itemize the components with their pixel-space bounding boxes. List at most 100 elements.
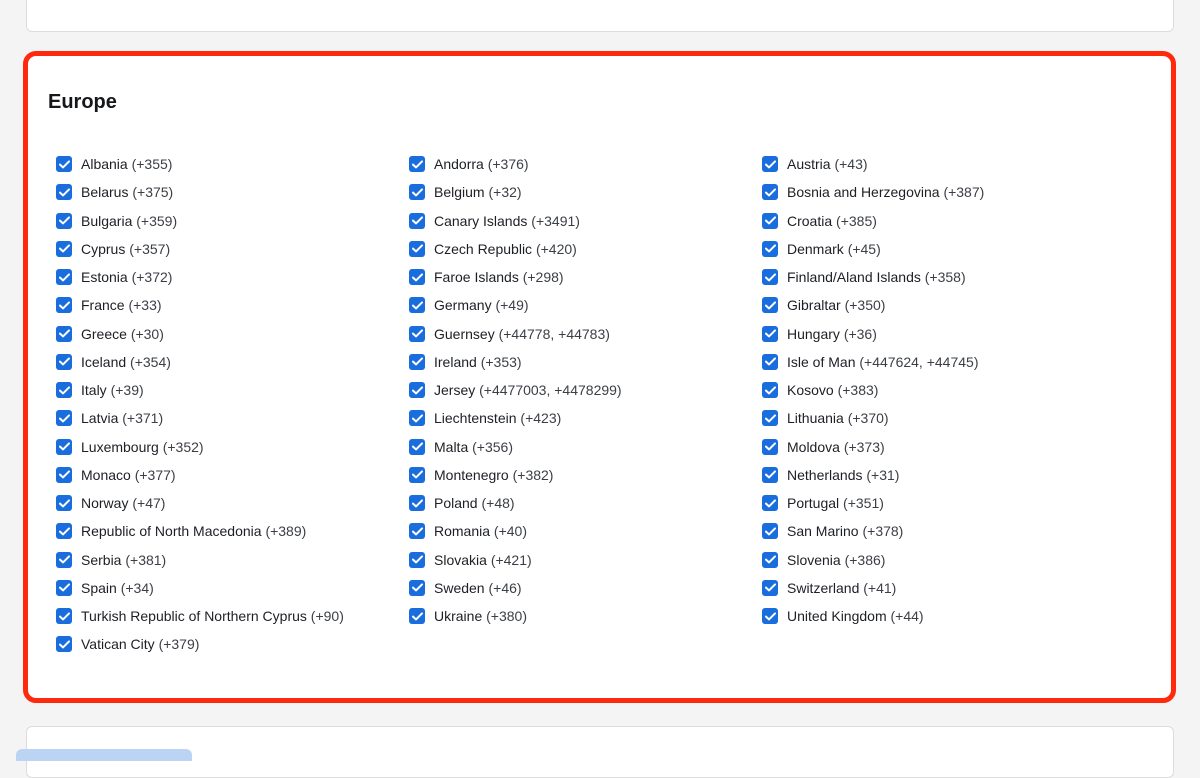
country-checkbox[interactable] [409,438,425,455]
country-option[interactable]: Liechtenstein (+423) [409,404,762,432]
country-option[interactable]: Czech Republic (+420) [409,235,762,263]
country-option[interactable]: Cyprus (+357) [56,235,409,263]
country-option[interactable]: Sweden (+46) [409,574,762,602]
country-checkbox[interactable] [409,523,425,540]
country-option[interactable]: Latvia (+371) [56,404,409,432]
country-option[interactable]: Luxembourg (+352) [56,433,409,461]
country-option[interactable]: Poland (+48) [409,489,762,517]
country-checkbox[interactable] [762,184,778,201]
country-checkbox[interactable] [56,636,72,653]
country-checkbox[interactable] [56,297,72,314]
country-option[interactable]: Albania (+355) [56,150,409,178]
country-option[interactable]: Italy (+39) [56,376,409,404]
country-option[interactable]: Croatia (+385) [762,207,1115,235]
country-option[interactable]: Slovenia (+386) [762,546,1115,574]
country-option[interactable]: Hungary (+36) [762,320,1115,348]
country-checkbox[interactable] [409,184,425,201]
country-option[interactable]: Netherlands (+31) [762,461,1115,489]
country-option[interactable]: Austria (+43) [762,150,1115,178]
country-checkbox[interactable] [56,438,72,455]
country-checkbox[interactable] [762,523,778,540]
country-checkbox[interactable] [762,325,778,342]
country-checkbox[interactable] [409,382,425,399]
country-checkbox[interactable] [762,579,778,596]
country-option[interactable]: Monaco (+377) [56,461,409,489]
country-checkbox[interactable] [762,382,778,399]
country-option[interactable]: Switzerland (+41) [762,574,1115,602]
country-checkbox[interactable] [409,240,425,257]
country-checkbox[interactable] [762,466,778,483]
country-option[interactable]: Ukraine (+380) [409,602,762,630]
country-checkbox[interactable] [56,551,72,568]
country-option[interactable]: Norway (+47) [56,489,409,517]
country-checkbox[interactable] [409,269,425,286]
country-checkbox[interactable] [409,410,425,427]
country-checkbox[interactable] [56,382,72,399]
country-checkbox[interactable] [56,240,72,257]
country-checkbox[interactable] [56,325,72,342]
country-checkbox[interactable] [762,495,778,512]
country-checkbox[interactable] [56,495,72,512]
country-option[interactable]: Belarus (+375) [56,178,409,206]
country-checkbox[interactable] [409,551,425,568]
country-option[interactable]: Finland/Aland Islands (+358) [762,263,1115,291]
country-checkbox[interactable] [762,240,778,257]
country-checkbox[interactable] [409,579,425,596]
country-checkbox[interactable] [762,410,778,427]
country-option[interactable]: Slovakia (+421) [409,546,762,574]
country-option[interactable]: Jersey (+4477003, +4478299) [409,376,762,404]
country-option[interactable]: Canary Islands (+3491) [409,207,762,235]
country-option[interactable]: Republic of North Macedonia (+389) [56,517,409,545]
country-checkbox[interactable] [56,184,72,201]
country-option[interactable]: Isle of Man (+447624, +44745) [762,348,1115,376]
country-option[interactable]: Germany (+49) [409,291,762,319]
country-option[interactable]: San Marino (+378) [762,517,1115,545]
country-checkbox[interactable] [409,495,425,512]
country-option[interactable]: Lithuania (+370) [762,404,1115,432]
country-option[interactable]: Montenegro (+382) [409,461,762,489]
country-option[interactable]: Ireland (+353) [409,348,762,376]
country-checkbox[interactable] [409,608,425,625]
country-option[interactable]: Andorra (+376) [409,150,762,178]
country-option[interactable]: Guernsey (+44778, +44783) [409,320,762,348]
country-checkbox[interactable] [762,297,778,314]
country-option[interactable]: Turkish Republic of Northern Cyprus (+90… [56,602,409,630]
country-checkbox[interactable] [409,325,425,342]
country-checkbox[interactable] [409,353,425,370]
country-option[interactable]: United Kingdom (+44) [762,602,1115,630]
country-option[interactable]: Malta (+356) [409,433,762,461]
country-option[interactable]: Romania (+40) [409,517,762,545]
country-checkbox[interactable] [56,212,72,229]
country-checkbox[interactable] [762,269,778,286]
country-option[interactable]: Estonia (+372) [56,263,409,291]
country-option[interactable]: Faroe Islands (+298) [409,263,762,291]
country-option[interactable]: France (+33) [56,291,409,319]
country-checkbox[interactable] [409,297,425,314]
country-option[interactable]: Vatican City (+379) [56,630,409,658]
country-option[interactable]: Gibraltar (+350) [762,291,1115,319]
country-option[interactable]: Moldova (+373) [762,433,1115,461]
country-checkbox[interactable] [762,438,778,455]
country-option[interactable]: Greece (+30) [56,320,409,348]
country-checkbox[interactable] [762,212,778,229]
country-option[interactable]: Portugal (+351) [762,489,1115,517]
country-checkbox[interactable] [56,353,72,370]
country-checkbox[interactable] [56,608,72,625]
country-checkbox[interactable] [56,579,72,596]
country-checkbox[interactable] [762,608,778,625]
country-checkbox[interactable] [409,466,425,483]
country-checkbox[interactable] [56,410,72,427]
country-option[interactable]: Bosnia and Herzegovina (+387) [762,178,1115,206]
country-option[interactable]: Denmark (+45) [762,235,1115,263]
country-checkbox[interactable] [56,156,72,173]
bottom-tab-indicator[interactable] [16,749,192,761]
country-option[interactable]: Bulgaria (+359) [56,207,409,235]
country-option[interactable]: Kosovo (+383) [762,376,1115,404]
country-option[interactable]: Spain (+34) [56,574,409,602]
country-checkbox[interactable] [762,551,778,568]
country-checkbox[interactable] [56,269,72,286]
country-checkbox[interactable] [762,156,778,173]
country-option[interactable]: Iceland (+354) [56,348,409,376]
country-checkbox[interactable] [409,156,425,173]
country-checkbox[interactable] [762,353,778,370]
